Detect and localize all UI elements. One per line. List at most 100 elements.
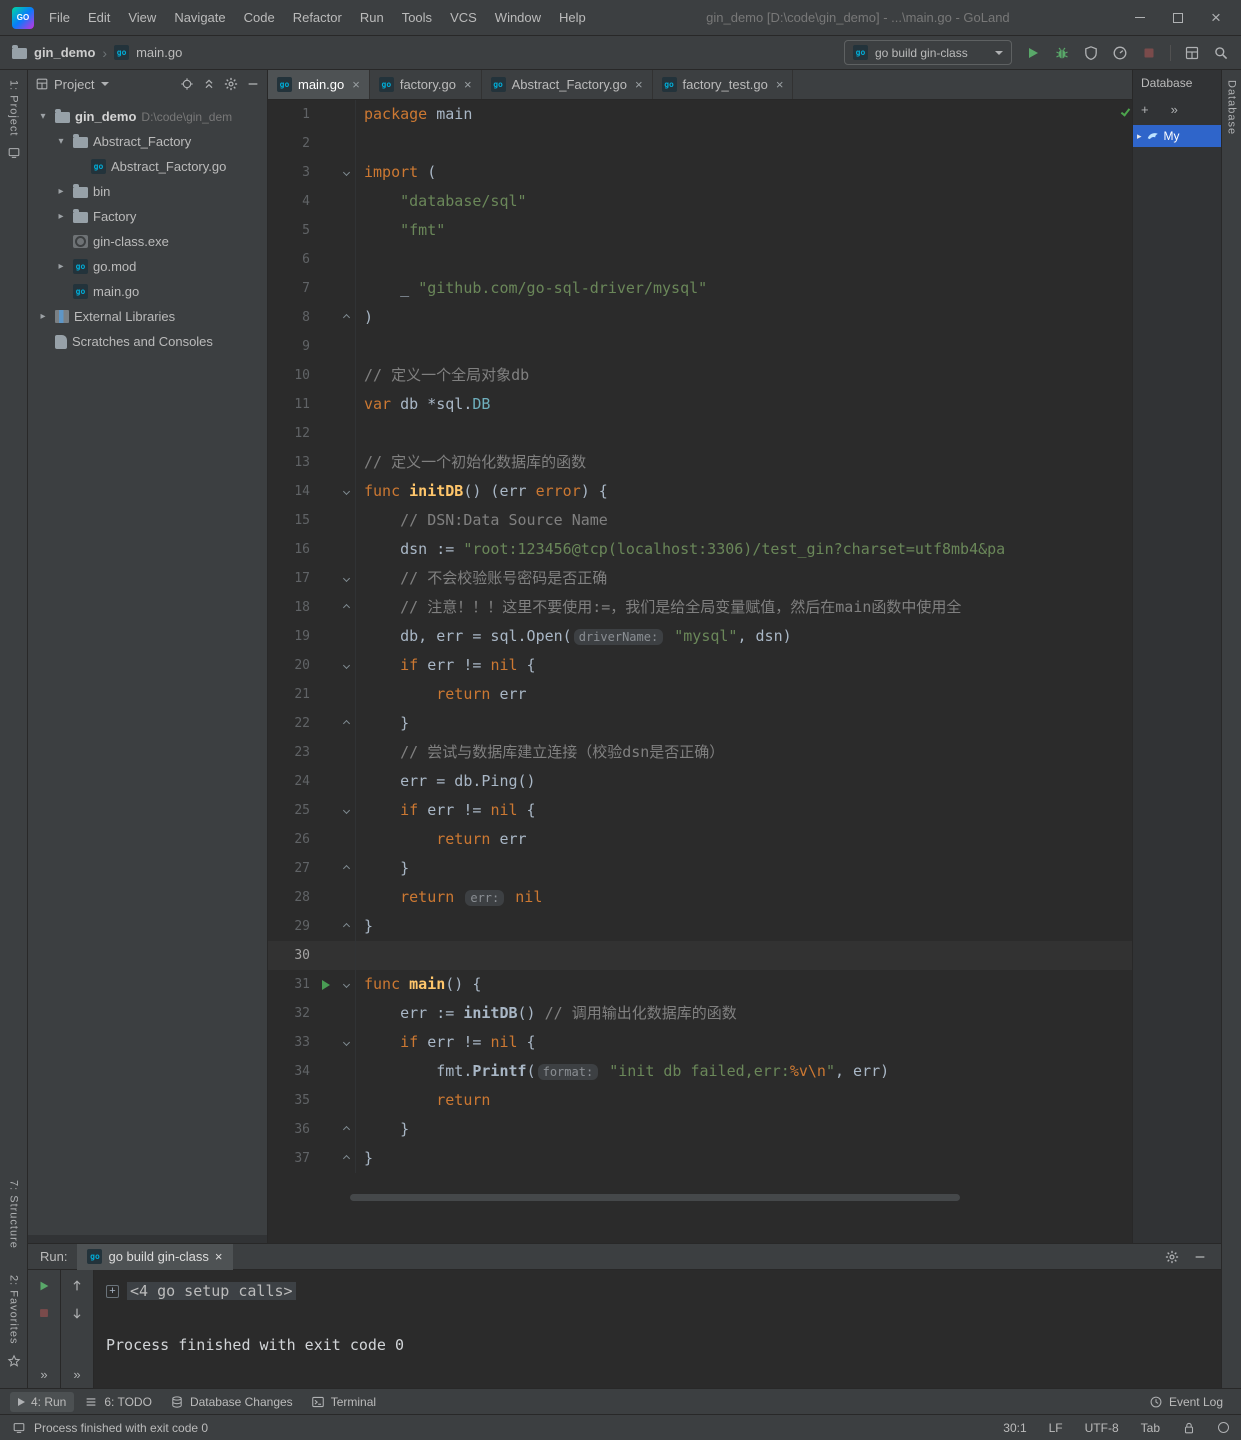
more-chevrons-icon[interactable]: » — [40, 1367, 47, 1382]
close-button[interactable]: × — [1197, 4, 1235, 32]
code-line-18[interactable]: 18 // 注意！！！这里不要使用:=，我们是给全局变量赋值，然后在main函数… — [268, 593, 1132, 622]
code-line-4[interactable]: 4 "database/sql" — [268, 187, 1132, 216]
code-line-21[interactable]: 21 return err — [268, 680, 1132, 709]
code-line-25[interactable]: 25 if err != nil { — [268, 796, 1132, 825]
code-line-10[interactable]: 10 // 定义一个全局对象db — [268, 361, 1132, 390]
code-line-17[interactable]: 17 // 不会校验账号密码是否正确 — [268, 564, 1132, 593]
code-line-34[interactable]: 34 fmt.Printf(format: "init db failed,er… — [268, 1057, 1132, 1086]
tree-expand-icon[interactable]: ▸ — [54, 211, 68, 222]
project-item-gin-class-exe[interactable]: gin-class.exe — [28, 229, 267, 254]
run-main-gutter-icon[interactable] — [314, 970, 338, 999]
close-icon[interactable]: × — [776, 77, 784, 92]
code-line-13[interactable]: 13 // 定义一个初始化数据库的函数 — [268, 448, 1132, 477]
toolwindow-button-4-run[interactable]: 4: Run — [10, 1391, 75, 1412]
project-item-go-mod[interactable]: ▸ go.mod — [28, 254, 267, 279]
toolwindow-button-6-todo[interactable]: 6: TODO — [76, 1392, 160, 1412]
coverage-button[interactable] — [1083, 45, 1099, 61]
menu-item-tools[interactable]: Tools — [393, 1, 441, 35]
debug-button[interactable] — [1054, 45, 1070, 61]
settings-gear-button[interactable] — [224, 77, 238, 91]
close-icon[interactable]: × — [352, 77, 360, 92]
tree-expand-icon[interactable]: ▸ — [54, 186, 68, 197]
toolwindow-database-button[interactable]: Database — [1226, 80, 1238, 135]
menu-item-window[interactable]: Window — [486, 1, 550, 35]
menu-item-vcs[interactable]: VCS — [441, 1, 486, 35]
fold-marker-icon[interactable] — [338, 1028, 356, 1057]
project-item-abstract-factory-go[interactable]: Abstract_Factory.go — [28, 154, 267, 179]
menu-item-refactor[interactable]: Refactor — [284, 1, 351, 35]
hide-run-panel-button[interactable] — [1193, 1250, 1207, 1264]
code-line-23[interactable]: 23 // 尝试与数据库建立连接（校验dsn是否正确） — [268, 738, 1132, 767]
code-line-14[interactable]: 14 func initDB() (err error) { — [268, 477, 1132, 506]
project-item-main-go[interactable]: main.go — [28, 279, 267, 304]
stop-process-button[interactable] — [37, 1306, 51, 1320]
code-line-31[interactable]: 31 func main() { — [268, 970, 1132, 999]
fold-marker-icon[interactable] — [338, 1144, 356, 1173]
write-lock-icon[interactable] — [1182, 1421, 1196, 1435]
project-scrollbar[interactable] — [28, 1235, 267, 1243]
breadcrumb-file[interactable]: main.go — [136, 45, 182, 60]
toolwindow-button-database-changes[interactable]: Database Changes — [162, 1392, 301, 1412]
code-line-19[interactable]: 19 db, err = sql.Open(driverName: "mysql… — [268, 622, 1132, 651]
editor-horizontal-scrollbar[interactable] — [350, 1194, 960, 1201]
project-item-external-libraries[interactable]: ▸ External Libraries — [28, 304, 267, 329]
code-line-12[interactable]: 12 — [268, 419, 1132, 448]
menu-item-run[interactable]: Run — [351, 1, 393, 35]
code-line-30[interactable]: 30 — [268, 941, 1132, 970]
fold-marker-icon[interactable] — [338, 477, 356, 506]
editor-scrollbar[interactable] — [1119, 100, 1132, 1243]
more-chevrons-icon[interactable]: » — [1171, 102, 1178, 117]
toolwindow-project-button[interactable]: 1: Project — [8, 80, 20, 136]
fold-marker-icon[interactable] — [338, 651, 356, 680]
rerun-button[interactable] — [37, 1279, 51, 1293]
code-line-26[interactable]: 26 return err — [268, 825, 1132, 854]
breadcrumb-project[interactable]: gin_demo — [34, 45, 95, 60]
favorites-star-icon[interactable] — [7, 1354, 21, 1368]
down-stacktrace-button[interactable] — [70, 1306, 84, 1320]
code-line-29[interactable]: 29} — [268, 912, 1132, 941]
project-item-abstract-factory[interactable]: ▾ Abstract_Factory — [28, 129, 267, 154]
project-item-scratches-and-consoles[interactable]: Scratches and Consoles — [28, 329, 267, 354]
up-stacktrace-button[interactable] — [70, 1279, 84, 1293]
stop-button[interactable] — [1141, 45, 1157, 61]
tree-expand-icon[interactable]: ▸ — [54, 261, 68, 272]
code-line-5[interactable]: 5 "fmt" — [268, 216, 1132, 245]
fold-marker-icon[interactable] — [338, 796, 356, 825]
close-icon[interactable]: × — [215, 1249, 223, 1264]
tree-expand-icon[interactable]: ▸ — [36, 311, 50, 322]
search-everywhere-button[interactable] — [1213, 45, 1229, 61]
run-settings-gear-button[interactable] — [1165, 1250, 1179, 1264]
collapse-all-button[interactable] — [202, 77, 216, 91]
code-line-37[interactable]: 37} — [268, 1144, 1132, 1173]
code-line-2[interactable]: 2 — [268, 129, 1132, 158]
project-item-bin[interactable]: ▸ bin — [28, 179, 267, 204]
fold-marker-icon[interactable] — [338, 1115, 356, 1144]
console-folded-text[interactable]: <4 go setup calls> — [127, 1282, 296, 1300]
close-icon[interactable]: × — [464, 77, 472, 92]
fold-marker-icon[interactable] — [338, 593, 356, 622]
toolwindow-structure-button[interactable]: 7: Structure — [8, 1180, 20, 1249]
fold-marker-icon[interactable] — [338, 854, 356, 883]
fold-marker-icon[interactable] — [338, 970, 356, 999]
code-line-1[interactable]: 1 package main — [268, 100, 1132, 129]
fold-marker-icon[interactable] — [338, 303, 356, 332]
editor-tab-factory-test-go[interactable]: factory_test.go × — [653, 70, 794, 99]
run-button[interactable] — [1025, 45, 1041, 61]
fold-toggle-icon[interactable]: + — [106, 1284, 119, 1298]
code-line-22[interactable]: 22 } — [268, 709, 1132, 738]
chevron-down-icon[interactable] — [101, 82, 110, 86]
code-line-20[interactable]: 20 if err != nil { — [268, 651, 1132, 680]
commit-toolwindow-icon[interactable] — [7, 146, 21, 160]
run-tab[interactable]: go build gin-class × — [77, 1243, 233, 1270]
run-console[interactable]: + <4 go setup calls> Process finished with… — [94, 1270, 1221, 1388]
toolwindow-switcher-icon[interactable] — [12, 1421, 26, 1435]
menu-item-file[interactable]: File — [40, 1, 79, 35]
more-chevrons-icon[interactable]: » — [73, 1367, 80, 1382]
tree-collapse-icon[interactable]: ▾ — [54, 136, 68, 147]
menu-item-navigate[interactable]: Navigate — [165, 1, 234, 35]
maximize-button[interactable] — [1159, 4, 1197, 32]
menu-item-view[interactable]: View — [119, 1, 165, 35]
toolwindow-button-event-log[interactable]: Event Log — [1141, 1392, 1231, 1412]
code-editor[interactable]: 1 package main 2 3 import (4 "database/sql" 5… — [268, 100, 1132, 1243]
code-line-35[interactable]: 35 return — [268, 1086, 1132, 1115]
